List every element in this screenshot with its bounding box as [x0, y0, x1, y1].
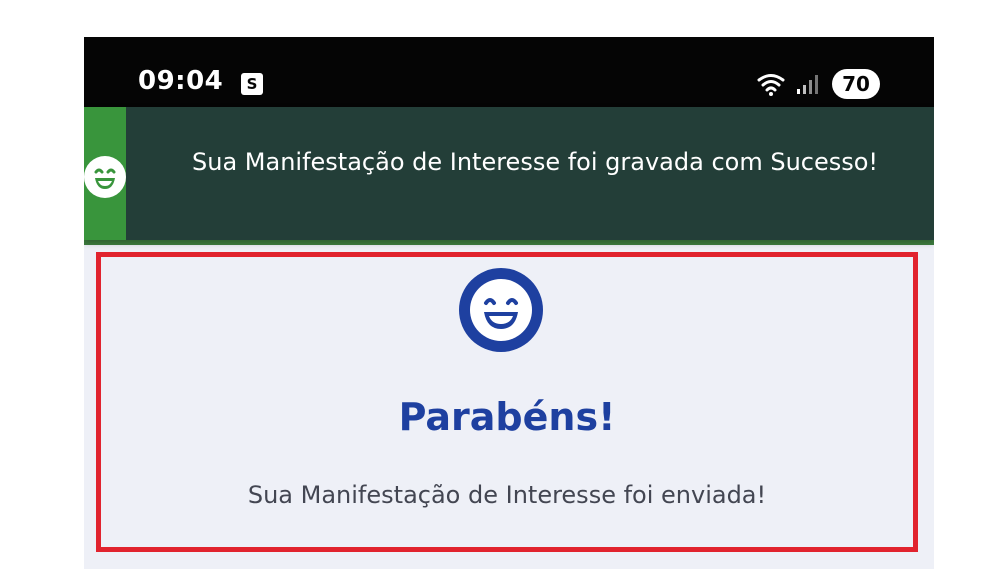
toast-message: Sua Manifestação de Interesse foi gravad…: [192, 148, 879, 176]
status-time: 09:04: [138, 66, 224, 96]
success-toast[interactable]: Sua Manifestação de Interesse foi gravad…: [84, 107, 934, 240]
smile-icon: [459, 268, 543, 352]
battery-icon: 70: [832, 69, 880, 99]
status-bar: 09:04 S 70: [84, 37, 934, 107]
status-indicators: 70: [756, 67, 880, 101]
success-message: Sua Manifestação de Interesse foi enviad…: [247, 481, 767, 509]
smile-icon: [84, 156, 126, 198]
signal-icon: [797, 75, 818, 94]
wifi-icon: [757, 74, 785, 96]
app-notification-icon: S: [241, 73, 263, 95]
phone-screen: 09:04 S 70 Sua Manifestação de Interesse…: [84, 37, 934, 569]
success-title: Parabéns!: [398, 395, 616, 439]
success-card: Parabéns! Sua Manifestação de Interesse …: [96, 252, 918, 552]
